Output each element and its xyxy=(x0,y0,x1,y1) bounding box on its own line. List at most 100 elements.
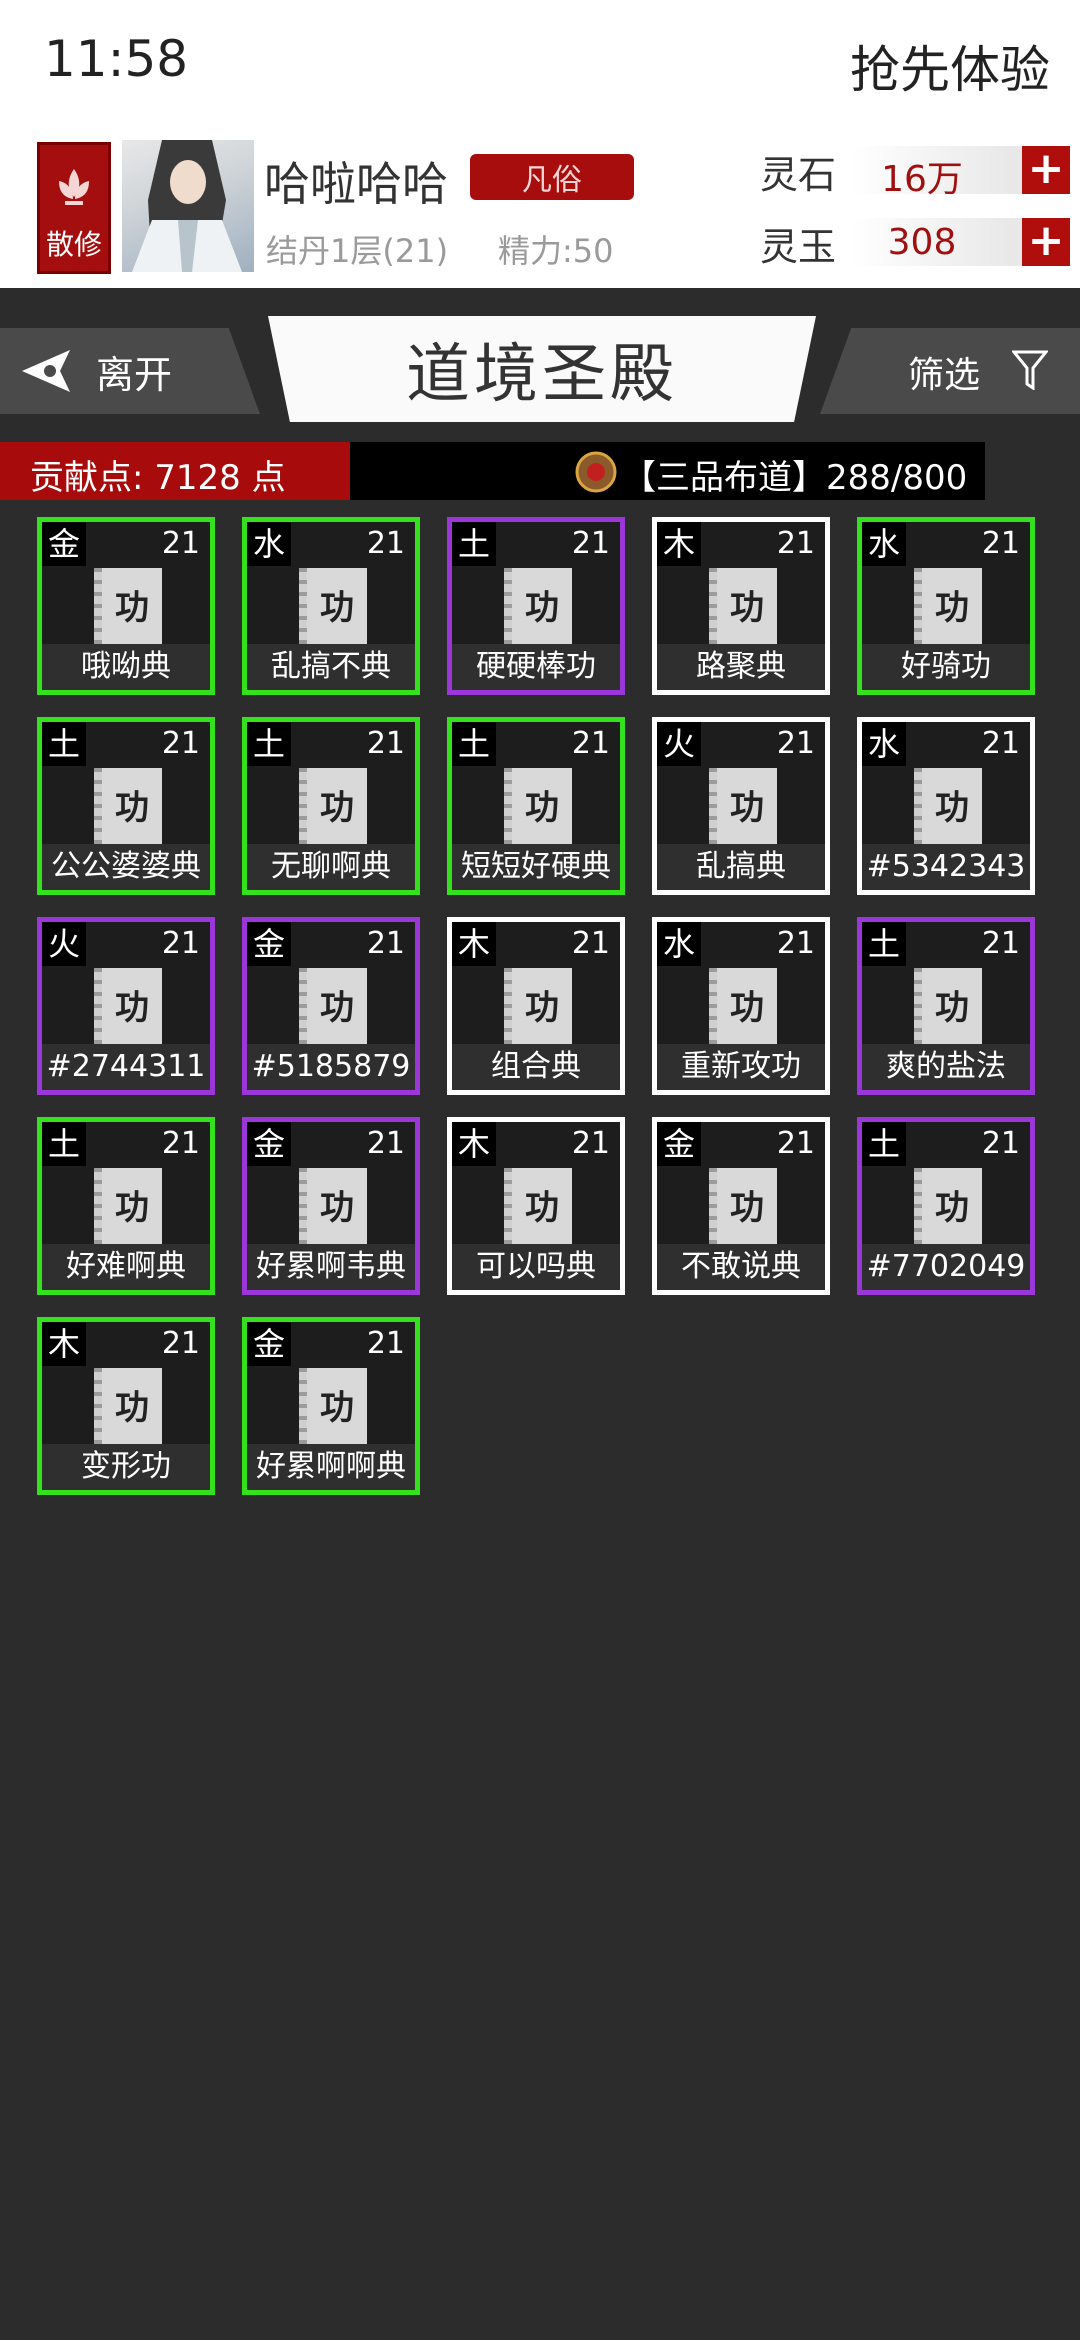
technique-card[interactable]: 土 21 功无聊啊典 xyxy=(242,717,420,895)
element-badge: 土 xyxy=(42,1122,86,1166)
card-level: 21 xyxy=(571,726,610,761)
element-badge: 土 xyxy=(452,722,496,766)
technique-card[interactable]: 金 21 功不敢说典 xyxy=(652,1117,830,1295)
energy-value: 精力:50 xyxy=(498,232,614,270)
leave-button[interactable]: 离开 xyxy=(0,328,260,414)
card-level: 21 xyxy=(366,526,405,561)
book-char: 功 xyxy=(115,1388,149,1428)
technique-name: 重新攻功 xyxy=(657,1044,825,1090)
spirit-stone-bar: 16万 xyxy=(852,146,1028,200)
technique-card[interactable]: 土 21 功公公婆婆典 xyxy=(37,717,215,895)
book-char: 功 xyxy=(525,1188,559,1228)
technique-book-icon: 功 xyxy=(299,768,367,848)
preaching-rank-progress: 【三品布道】288/800 xyxy=(622,458,968,498)
title-band: 离开 道境圣殿 筛选 xyxy=(0,316,1080,426)
card-level: 21 xyxy=(366,926,405,961)
technique-card[interactable]: 木 21 功变形功 xyxy=(37,1317,215,1495)
spirit-jade-label: 灵玉 xyxy=(760,225,837,269)
technique-book-icon: 功 xyxy=(299,568,367,648)
card-level: 21 xyxy=(161,1126,200,1161)
technique-card[interactable]: 土 21 功好难啊典 xyxy=(37,1117,215,1295)
technique-book-icon: 功 xyxy=(94,568,162,648)
technique-card[interactable]: 金 21 功哦呦典 xyxy=(37,517,215,695)
card-level: 21 xyxy=(161,926,200,961)
technique-name: 好累啊啊典 xyxy=(247,1444,415,1490)
technique-book-icon: 功 xyxy=(914,1168,982,1248)
element-badge: 土 xyxy=(42,722,86,766)
book-char: 功 xyxy=(320,788,354,828)
technique-card[interactable]: 木 21 功可以吗典 xyxy=(447,1117,625,1295)
technique-name: 不敢说典 xyxy=(657,1244,825,1290)
book-char: 功 xyxy=(730,588,764,628)
technique-card[interactable]: 水 21 功 #5342343 xyxy=(857,717,1035,895)
technique-card[interactable]: 金 21 功好累啊韦典 xyxy=(242,1117,420,1295)
card-level: 21 xyxy=(366,726,405,761)
book-char: 功 xyxy=(115,588,149,628)
add-spirit-jade-button[interactable]: + xyxy=(1022,218,1070,266)
spirit-jade-value: 308 xyxy=(887,222,957,263)
element-badge: 火 xyxy=(657,722,701,766)
technique-book-icon: 功 xyxy=(94,768,162,848)
element-badge: 金 xyxy=(42,522,86,566)
technique-name: 好累啊韦典 xyxy=(247,1244,415,1290)
technique-name: #2744311 xyxy=(42,1044,210,1090)
filter-button[interactable]: 筛选 xyxy=(820,328,1080,414)
element-badge: 金 xyxy=(247,1322,291,1366)
technique-card[interactable]: 火 21 功乱搞典 xyxy=(652,717,830,895)
sect-badge[interactable]: 散修 xyxy=(37,142,111,274)
technique-card[interactable]: 水 21 功乱搞不典 xyxy=(242,517,420,695)
technique-card[interactable]: 金 21 功 #5185879 xyxy=(242,917,420,1095)
technique-name: 好骑功 xyxy=(862,644,1030,690)
book-char: 功 xyxy=(935,588,969,628)
element-badge: 火 xyxy=(42,922,86,966)
technique-card[interactable]: 火 21 功 #2744311 xyxy=(37,917,215,1095)
card-level: 21 xyxy=(571,526,610,561)
element-badge: 土 xyxy=(862,1122,906,1166)
card-level: 21 xyxy=(366,1126,405,1161)
technique-card[interactable]: 土 21 功 #7702049 xyxy=(857,1117,1035,1295)
book-char: 功 xyxy=(525,988,559,1028)
technique-book-icon: 功 xyxy=(914,768,982,848)
spirit-jade-row: 灵玉 308 + xyxy=(760,216,1070,269)
rank-tag: 凡俗 xyxy=(470,154,634,200)
technique-name: #5342343 xyxy=(862,844,1030,890)
technique-card[interactable]: 土 21 功短短好硬典 xyxy=(447,717,625,895)
technique-card[interactable]: 土 21 功爽的盐法 xyxy=(857,917,1035,1095)
element-badge: 金 xyxy=(247,922,291,966)
card-level: 21 xyxy=(981,726,1020,761)
technique-name: 无聊啊典 xyxy=(247,844,415,890)
add-spirit-stone-button[interactable]: + xyxy=(1022,146,1070,194)
technique-name: 可以吗典 xyxy=(452,1244,620,1290)
card-level: 21 xyxy=(981,926,1020,961)
technique-name: #5185879 xyxy=(247,1044,415,1090)
contribution-bar: 贡献点: 7128 点 【三品布道】288/800 xyxy=(0,442,985,500)
early-access-label[interactable]: 抢先体验 xyxy=(850,30,1050,102)
element-badge: 土 xyxy=(247,722,291,766)
avatar[interactable] xyxy=(122,140,254,272)
book-char: 功 xyxy=(320,1388,354,1428)
card-level: 21 xyxy=(366,1326,405,1361)
status-time: 11:58 xyxy=(44,30,189,88)
technique-card[interactable]: 水 21 功好骑功 xyxy=(857,517,1035,695)
technique-book-icon: 功 xyxy=(299,1368,367,1448)
lotus-icon xyxy=(59,169,89,205)
technique-book-icon: 功 xyxy=(94,1368,162,1448)
technique-name: 乱搞典 xyxy=(657,844,825,890)
technique-card[interactable]: 水 21 功重新攻功 xyxy=(652,917,830,1095)
technique-card[interactable]: 木 21 功路聚典 xyxy=(652,517,830,695)
card-level: 21 xyxy=(571,926,610,961)
technique-card[interactable]: 土 21 功硬硬棒功 xyxy=(447,517,625,695)
technique-name: 哦呦典 xyxy=(42,644,210,690)
book-char: 功 xyxy=(935,1188,969,1228)
card-level: 21 xyxy=(981,1126,1020,1161)
book-char: 功 xyxy=(320,988,354,1028)
element-badge: 木 xyxy=(452,1122,496,1166)
technique-card[interactable]: 金 21 功好累啊啊典 xyxy=(242,1317,420,1495)
contribution-panel: 贡献点: 7128 点 xyxy=(0,442,350,500)
technique-card[interactable]: 木 21 功组合典 xyxy=(447,917,625,1095)
element-badge: 土 xyxy=(452,522,496,566)
status-bar: 11:58 抢先体验 xyxy=(0,0,1080,130)
book-char: 功 xyxy=(525,588,559,628)
player-header: 散修 哈啦哈哈 凡俗 结丹1层(21) 精力:50 灵石 16万 + 灵玉 30… xyxy=(0,130,1080,288)
technique-name: 组合典 xyxy=(452,1044,620,1090)
